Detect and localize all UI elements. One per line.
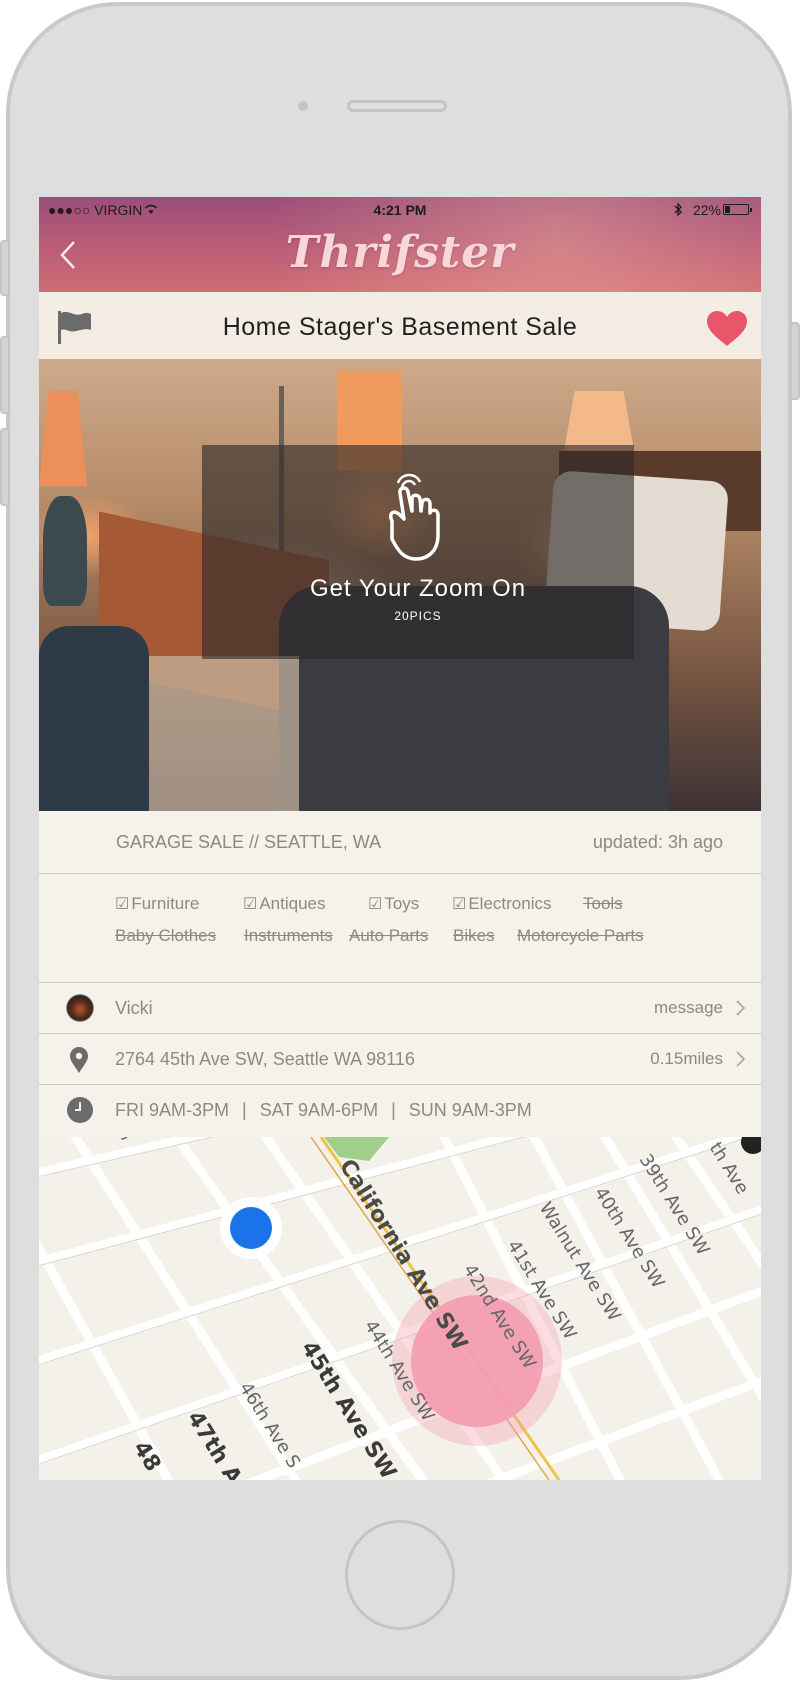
chevron-right-icon [736,1000,745,1016]
status-time: 4:21 PM [373,202,427,218]
battery-fill [725,206,730,213]
hours-sun: SUN 9AM-3PM [408,1100,532,1120]
category-antiques: ☑ Antiques [243,894,326,913]
category-toys: ☑ Toys [368,894,420,913]
category-furniture: ☑ Furniture [115,894,200,913]
listing-title-bar: Home Stager's Basement Sale [39,296,761,359]
hours-separator: | [391,1100,396,1120]
category-instruments: Instruments [244,926,333,945]
bluetooth-icon [674,202,682,217]
hours-text: FRI 9AM-3PM | SAT 9AM-6PM | SUN 9AM-3PM [115,1100,532,1121]
seller-avatar [66,994,94,1022]
address-row[interactable]: 2764 45th Ave SW, Seattle WA 98116 0.15m… [39,1034,761,1085]
map-view[interactable]: California Ave SW 45th Ave SW 44th Ave S… [39,1137,761,1480]
zoom-hint-text: Get Your Zoom On [309,575,527,602]
battery-icon [723,204,752,215]
volume-down-button [0,428,10,506]
checkmark-icon: ☑ [115,896,130,913]
zoom-overlay[interactable]: Get Your Zoom On 20PICS [202,445,634,659]
location-pin-icon [70,1047,88,1073]
app-screen: ●●●○○ VIRGIN 4:21 PM 22% Thrifster Home … [39,197,761,1480]
updated-label: updated: 3h ago [592,832,723,852]
power-button [790,322,800,400]
distance-label: 0.15miles [650,1049,723,1068]
sale-type-label: GARAGE SALE // SEATTLE, WA [116,832,382,852]
photo-count: 20PICS [394,609,442,623]
checkmark-icon: ☑ [368,896,383,913]
hours-sat: SAT 9AM-6PM [259,1100,379,1120]
address-text: 2764 45th Ave SW, Seattle WA 98116 [115,1049,415,1069]
front-camera [298,101,308,111]
chevron-right-icon [736,1051,745,1067]
hours-row: FRI 9AM-3PM | SAT 9AM-6PM | SUN 9AM-3PM [39,1085,761,1135]
listing-title: Home Stager's Basement Sale [222,313,578,341]
street-map: California Ave SW 45th Ave SW 44th Ave S… [39,1137,761,1480]
street-label-46th: 46th Ave S [235,1379,304,1473]
street-label-47th: 47th A [182,1407,246,1480]
hours-fri: FRI 9AM-3PM [115,1100,230,1120]
earpiece-speaker [347,100,447,112]
category-tools: Tools [583,894,623,913]
category-electronics: ☑ Electronics [452,894,552,913]
vase [43,496,87,606]
category-bikes: Bikes [453,926,495,945]
mute-switch [0,240,10,296]
floor-shadow [149,656,299,811]
seller-name: Vicki [115,998,153,1018]
checkmark-icon: ☑ [452,896,467,913]
volume-up-button [0,336,10,414]
map-corner-marker [741,1137,761,1154]
app-logo: Thrifster [285,227,515,278]
seller-row[interactable]: Vicki message [39,983,761,1034]
checkmark-icon: ☑ [243,896,258,913]
user-location-dot[interactable] [230,1207,272,1249]
hours-separator: | [242,1100,247,1120]
category-baby-clothes: Baby Clothes [115,926,217,945]
clock-icon [67,1097,93,1123]
home-button[interactable] [345,1520,455,1630]
sale-info-row: GARAGE SALE // SEATTLE, WA updated: 3h a… [39,811,761,874]
category-motorcycle-parts: Motorcycle Parts [517,926,644,945]
lamp-shade-right [564,391,634,451]
message-link[interactable]: message [654,998,723,1018]
battery-percent: 22% [692,202,721,218]
category-auto-parts: Auto Parts [349,926,429,945]
heart-icon[interactable] [705,310,749,348]
lamp-shade-left [39,391,87,486]
category-list: ☑ Furniture ☑ Antiques ☑ Toys ☑ Electronics … [39,874,761,983]
pinch-hand-icon [388,473,440,561]
armchair-left [39,626,149,811]
